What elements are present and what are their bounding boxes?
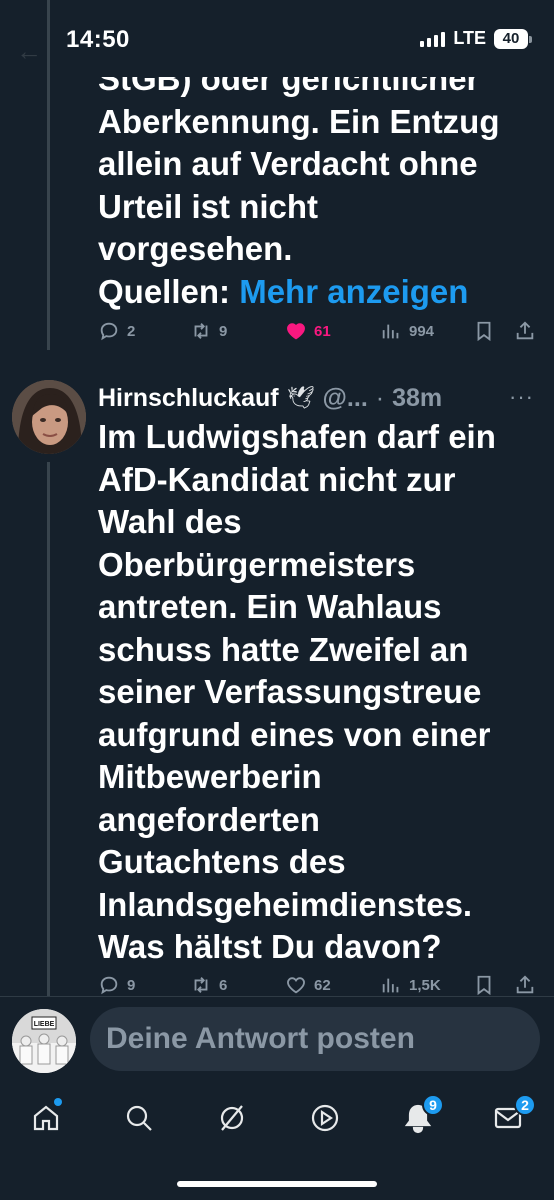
heart-icon: [287, 323, 305, 340]
author-name[interactable]: Hirnschluckauf: [98, 384, 279, 413]
text-line: seiner Verfassungstreue: [98, 673, 482, 710]
tweet-header: Hirnschluckauf 🕊 @... · 38m: [98, 380, 442, 416]
like-count: 62: [314, 976, 331, 994]
reply-button[interactable]: 2: [98, 320, 135, 342]
separator: ·: [375, 383, 385, 412]
bookmark-icon: [477, 975, 491, 996]
battery-level: 40: [502, 30, 520, 47]
heart-icon: [287, 977, 305, 994]
views-icon: [382, 324, 399, 339]
views-icon: [382, 978, 399, 993]
battery-icon: 40: [494, 28, 532, 49]
grok-icon: [220, 1105, 244, 1131]
like-count: 61: [314, 322, 331, 340]
share-icon: [516, 321, 534, 340]
reply-composer: LIEBE Deine Antwort posten: [0, 997, 554, 1077]
retweet-count: 9: [219, 322, 228, 340]
thread-line-top: [47, 0, 50, 350]
text-line: antreten. Ein Wahlaus: [98, 588, 442, 625]
nav-messages[interactable]: 2: [478, 1094, 538, 1138]
avatar-sign-text: LIEBE: [34, 1021, 55, 1028]
previous-tweet-text: StGB) oder gerichtlicher Aberkennung. Ei…: [98, 58, 500, 313]
text-line: Was hältst Du davon?: [98, 928, 442, 965]
text-line: aufgrund eines von einer: [98, 715, 491, 753]
text-line: Gutachtens des: [98, 843, 346, 880]
user-avatar[interactable]: LIEBE: [12, 1009, 76, 1073]
views-button[interactable]: 1,5K: [380, 974, 441, 996]
reply-count: 2: [127, 322, 136, 340]
reply-icon: [100, 322, 118, 341]
retweet-button[interactable]: 6: [190, 974, 227, 996]
author-handle[interactable]: @...: [323, 384, 368, 413]
text-line: Im Ludwigshafen darf ein: [98, 418, 496, 455]
reply-icon: [100, 976, 118, 995]
show-more-link[interactable]: Mehr anzeigen: [239, 273, 468, 310]
bookmark-button[interactable]: [473, 320, 495, 342]
dove-icon: 🕊: [286, 385, 315, 410]
text-line: angeforderten: [98, 800, 320, 838]
tweet-thread-screen: ← 14:50 LTE 40 StGB) oder gerichtlicher …: [0, 0, 554, 1200]
search-icon: [126, 1105, 152, 1131]
text-line: StGB) oder gerichtlicher: [98, 60, 480, 97]
text-line: vorgesehen.: [98, 230, 293, 267]
retweet-button[interactable]: 9: [190, 320, 227, 342]
view-count: 1,5K: [409, 976, 441, 994]
cellular-signal-icon: [420, 31, 446, 47]
view-count: 994: [409, 322, 435, 340]
bookmark-icon: [477, 321, 491, 342]
sources-line: Quellen: Mehr anzeigen: [98, 271, 500, 314]
share-icon: [516, 975, 534, 994]
messages-badge: 2: [514, 1094, 536, 1116]
home-unread-dot: [54, 1098, 62, 1106]
text-line: Wahl des: [98, 503, 242, 540]
bookmark-button[interactable]: [473, 974, 495, 996]
user-avatar-image: LIEBE: [12, 1009, 76, 1073]
home-indicator: [177, 1181, 377, 1187]
more-options-button[interactable]: ···: [509, 384, 534, 410]
home-icon: [33, 1105, 59, 1131]
author-avatar[interactable]: [12, 380, 86, 454]
share-button[interactable]: [514, 320, 536, 342]
nav-grok[interactable]: [202, 1098, 262, 1138]
reply-button[interactable]: 9: [98, 974, 135, 996]
retweet-icon: [194, 323, 208, 339]
share-button[interactable]: [514, 974, 536, 996]
status-indicators: LTE 40: [420, 28, 532, 49]
text-line: allein auf Verdacht ohne: [98, 145, 478, 182]
text-line: AfD-Kandidat nicht zur: [98, 460, 456, 498]
nav-home[interactable]: [16, 1098, 76, 1138]
reply-input[interactable]: Deine Antwort posten: [90, 1007, 540, 1071]
text-line: Mitbewerberin: [98, 758, 322, 795]
reply-placeholder: Deine Antwort posten: [106, 1022, 415, 1055]
previous-tweet-actions: 2 9 61 994: [98, 316, 538, 346]
nav-video[interactable]: [295, 1098, 355, 1138]
like-button[interactable]: 61: [285, 320, 331, 342]
back-arrow-icon[interactable]: ←: [16, 36, 42, 67]
reply-count: 9: [127, 976, 136, 994]
retweet-icon: [194, 977, 208, 993]
retweet-count: 6: [219, 976, 228, 994]
views-button[interactable]: 994: [380, 320, 434, 342]
text-line: schuss hatte Zweifel an: [98, 630, 469, 668]
text-line: Inlandsgeheimdienstes.: [98, 885, 473, 923]
notifications-badge: 9: [422, 1094, 444, 1116]
play-icon: [311, 1104, 339, 1132]
tweet-text: Im Ludwigshafen darf ein AfD-Kandidat ni…: [98, 416, 496, 969]
tweet-time[interactable]: 38m: [392, 384, 442, 413]
nav-notifications[interactable]: 9: [388, 1094, 448, 1138]
text-line: Urteil ist nicht: [98, 187, 319, 225]
text-line: Aberkennung. Ein Entzug: [98, 102, 500, 140]
status-time: 14:50: [66, 26, 130, 53]
like-button[interactable]: 62: [285, 974, 331, 996]
network-type: LTE: [453, 28, 486, 48]
text-line: Oberbürgermeisters: [98, 545, 416, 583]
sources-label: Quellen:: [98, 272, 231, 310]
avatar-image: [12, 380, 86, 454]
thread-line-main: [47, 462, 50, 996]
nav-search[interactable]: [109, 1098, 169, 1138]
